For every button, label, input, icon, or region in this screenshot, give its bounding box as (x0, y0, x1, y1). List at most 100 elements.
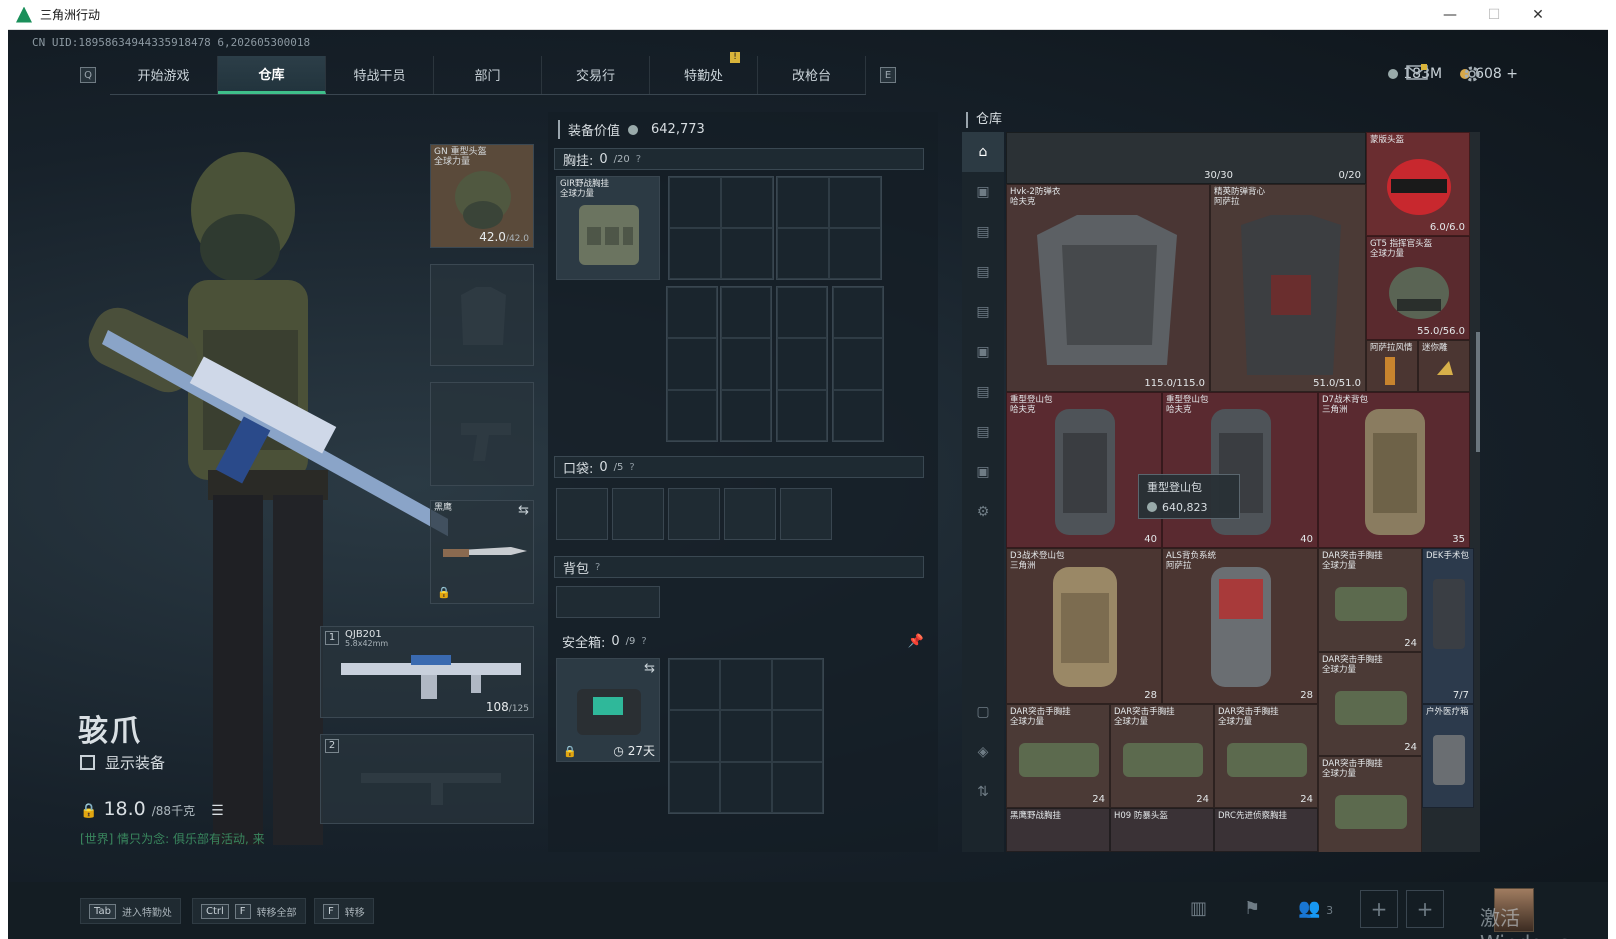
category-icon[interactable]: ▢ (962, 692, 1004, 732)
chest-grid-b[interactable] (776, 176, 882, 280)
chest-rig-slot[interactable]: GIR野战胸挂 全球力量 (556, 176, 660, 280)
category-icon[interactable]: ▤ (962, 212, 1004, 252)
help-icon[interactable]: ? (636, 154, 641, 165)
nav-next-key[interactable]: E (880, 67, 896, 83)
maximize-button[interactable]: ☐ (1472, 0, 1516, 30)
stats-icon[interactable]: ▥ (1190, 898, 1207, 919)
warehouse-item[interactable]: D7战术背包 三角洲 35 (1318, 392, 1470, 548)
tab-warehouse[interactable]: 仓库 (218, 55, 326, 94)
warehouse-panel: 仓库 ⌂ ▣ ▤ ▤ ▤ ▣ ▤ ▤ ▣ ⚙ ▢ ◈ ⇅ 30/30 0/20 … (962, 112, 1488, 852)
close-button[interactable]: ✕ (1516, 0, 1560, 30)
silver-coin-icon (1147, 502, 1157, 512)
warehouse-item[interactable]: DAR突击手胸挂 全球力量 24 (1318, 652, 1422, 756)
category-icon[interactable]: ▤ (962, 252, 1004, 292)
category-icon[interactable]: ▤ (962, 412, 1004, 452)
tab-market[interactable]: 交易行 (542, 55, 650, 94)
help-icon[interactable]: ? (595, 562, 600, 573)
warehouse-item[interactable]: DEK手术包 7/7 (1422, 548, 1474, 704)
app-icon (16, 6, 32, 23)
warehouse-all-icon[interactable]: ⌂ (962, 132, 1004, 172)
warehouse-item[interactable]: ALS背负系统 阿萨拉 28 (1162, 548, 1318, 704)
tab-gunsmith[interactable]: 改枪台 (758, 55, 866, 94)
invite-slot-button[interactable]: + (1406, 890, 1444, 928)
flag-icon[interactable]: ⚑ (1244, 898, 1260, 919)
category-icon[interactable]: ▣ (962, 452, 1004, 492)
secondary-weapon-slot[interactable]: 2 (320, 734, 534, 824)
warehouse-item[interactable]: DAR突击手胸挂 全球力量 24 (1318, 548, 1422, 652)
chest-grid-a[interactable] (668, 176, 774, 280)
uid-text: CN UID:18958634944335918478 6,2026053000… (32, 36, 311, 49)
pin-icon[interactable]: 📌 (908, 634, 924, 649)
safe-box-header: 安全箱: 0/9 ? 📌 (562, 633, 924, 651)
pocket-slot[interactable] (724, 488, 776, 540)
armor-slot[interactable] (430, 264, 534, 366)
warehouse-item[interactable]: DAR突击手胸挂 全球力量 24 (1214, 704, 1318, 808)
chest-grid-c[interactable] (666, 286, 718, 442)
show-gear-label: 显示装备 (105, 754, 166, 772)
nav-prev-key[interactable]: Q (80, 67, 96, 83)
invite-slot-button[interactable]: + (1360, 890, 1398, 928)
warehouse-item[interactable]: GT5 指挥官头盔 全球力量 55.0/56.0 (1366, 236, 1470, 340)
warehouse-sidebar: ⌂ ▣ ▤ ▤ ▤ ▣ ▤ ▤ ▣ ⚙ ▢ ◈ ⇅ (962, 132, 1004, 852)
list-icon[interactable]: ☰ (211, 803, 224, 819)
melee-slot[interactable]: 黑鹰 ⇆ 🔒 (430, 500, 534, 604)
warehouse-item[interactable]: DAR突击手胸挂 全球力量 24 (1110, 704, 1214, 808)
help-icon[interactable]: ? (641, 636, 646, 647)
warehouse-item[interactable]: 精英防弹背心 阿萨拉 51.0/51.0 (1210, 184, 1366, 392)
warehouse-row[interactable]: 30/30 0/20 (1006, 132, 1366, 184)
add-gold-button[interactable]: + (1506, 66, 1518, 82)
warehouse-scrollbar[interactable] (1476, 332, 1480, 452)
safe-box-slot[interactable]: ⇆ 🔒 ◷ 27天 (556, 658, 660, 762)
tab-department[interactable]: 部门 (434, 55, 542, 94)
swap-icon[interactable]: ⇆ (644, 661, 655, 676)
tab-operators[interactable]: 特战干员 (326, 55, 434, 94)
pocket-slot[interactable] (612, 488, 664, 540)
warehouse-item[interactable]: DAR突击手胸挂 全球力量 (1318, 756, 1422, 852)
chest-grid-d[interactable] (720, 286, 772, 442)
settings-gear-icon[interactable]: ⚙ (962, 492, 1004, 532)
chest-grid-f[interactable] (832, 286, 884, 442)
world-chat-line[interactable]: [世界] 情只为念: 俱乐部有活动, 来 (80, 830, 265, 847)
warehouse-item[interactable]: DRC先进侦察胸挂 (1214, 808, 1318, 852)
warehouse-item[interactable]: 重型登山包 哈夫克 40 (1162, 392, 1318, 548)
warehouse-item[interactable]: H09 防暴头盔 (1110, 808, 1214, 852)
warehouse-item[interactable]: 户外医疗箱 (1422, 704, 1474, 808)
warehouse-item[interactable]: D3战术登山包 三角洲 28 (1006, 548, 1162, 704)
tab-start-game[interactable]: 开始游戏 (110, 55, 218, 94)
chest-grid-e[interactable] (776, 286, 828, 442)
help-icon[interactable]: ? (629, 462, 634, 473)
helmet-slot[interactable]: GN 重型头盔 全球力量 42.0/42.0 (430, 144, 534, 248)
pocket-slot[interactable] (668, 488, 720, 540)
team-icon[interactable]: 👥 3 (1298, 898, 1333, 919)
warehouse-item[interactable]: 阿萨拉风情 (1366, 340, 1418, 392)
category-icon[interactable]: ▣ (962, 332, 1004, 372)
pocket-slot[interactable] (780, 488, 832, 540)
warehouse-item[interactable]: 重型登山包 哈夫克 40 (1006, 392, 1162, 548)
settings-gear-icon[interactable] (1462, 64, 1482, 84)
warehouse-item[interactable]: 迷你雕 (1418, 340, 1470, 392)
swap-icon[interactable]: ⇆ (518, 503, 529, 518)
sort-icon[interactable]: ⇅ (962, 772, 1004, 812)
tab-special-ops[interactable]: 特勤处 (650, 55, 758, 94)
pistol-slot[interactable] (430, 382, 534, 486)
minimize-button[interactable]: — (1428, 0, 1472, 30)
hint-special-ops[interactable]: Tab 进入特勤处 (80, 898, 181, 924)
category-icon[interactable]: ▤ (962, 292, 1004, 332)
category-icon[interactable]: ▤ (962, 372, 1004, 412)
mail-icon[interactable] (1406, 64, 1428, 80)
hint-transfer[interactable]: F 转移 (314, 898, 374, 924)
show-gear-toggle[interactable]: 显示装备 (80, 752, 165, 773)
warehouse-item[interactable]: 黑鹰野战胸挂 (1006, 808, 1110, 852)
layers-icon[interactable]: ◈ (962, 732, 1004, 772)
show-gear-checkbox[interactable] (80, 755, 95, 770)
warehouse-item[interactable]: Hvk-2防弹衣 哈夫克 115.0/115.0 (1006, 184, 1210, 392)
hint-transfer-all[interactable]: Ctrl F 转移全部 (192, 898, 306, 924)
safe-box-grid[interactable] (668, 658, 824, 814)
primary-weapon-slot[interactable]: 1 QJB201 5.8x42mm 108/125 (320, 626, 534, 718)
category-icon[interactable]: ▣ (962, 172, 1004, 212)
warehouse-item[interactable]: 蒙版头盔 6.0/6.0 (1366, 132, 1470, 236)
warehouse-item[interactable]: DAR突击手胸挂 全球力量 24 (1006, 704, 1110, 808)
pocket-slot[interactable] (556, 488, 608, 540)
secondary-index: 2 (325, 739, 339, 753)
backpack-slot[interactable] (556, 586, 660, 618)
